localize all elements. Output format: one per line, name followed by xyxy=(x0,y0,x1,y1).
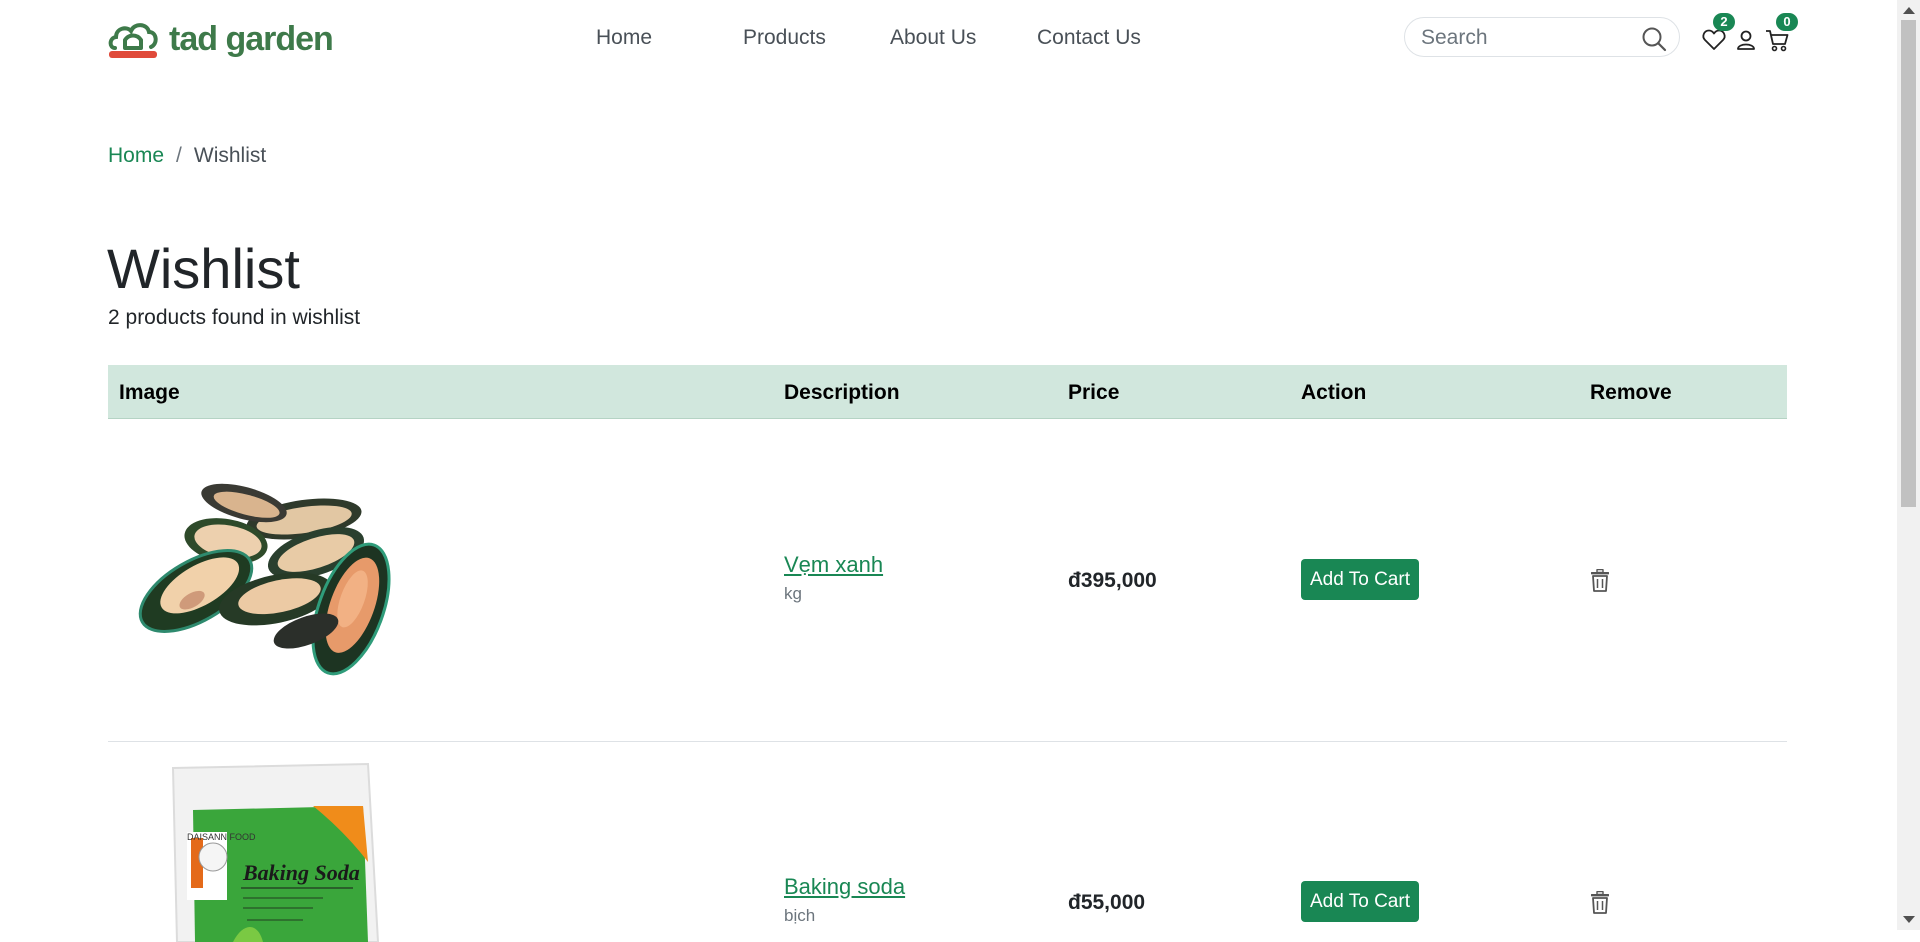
trash-icon[interactable] xyxy=(1589,569,1611,593)
package-title-text: Baking Soda xyxy=(242,860,360,885)
scroll-up-arrow[interactable] xyxy=(1903,7,1915,14)
scroll-down-arrow[interactable] xyxy=(1903,916,1915,923)
search-icon[interactable] xyxy=(1641,26,1667,52)
add-to-cart-button[interactable]: Add To Cart xyxy=(1301,881,1419,922)
package-brand-text: DAISANN FOOD xyxy=(187,832,256,842)
column-header-description: Description xyxy=(784,381,900,404)
scrollbar-thumb[interactable] xyxy=(1901,20,1916,507)
breadcrumb-home-link[interactable]: Home xyxy=(108,144,164,167)
nav-home[interactable]: Home xyxy=(596,26,652,50)
nav-contact-us[interactable]: Contact Us xyxy=(1037,26,1141,50)
product-description: Vẹm xanh kg xyxy=(784,552,883,604)
table-row: DAISANN FOOD Baking Soda Baking soda bịc… xyxy=(108,742,1787,942)
user-icon[interactable] xyxy=(1733,27,1759,53)
column-header-image: Image xyxy=(119,381,180,404)
search-input[interactable] xyxy=(1421,26,1631,50)
add-to-cart-button[interactable]: Add To Cart xyxy=(1301,559,1419,600)
cart-count-badge: 0 xyxy=(1776,13,1798,31)
product-image-baking-soda[interactable]: DAISANN FOOD Baking Soda xyxy=(163,762,413,942)
product-price: đ395,000 xyxy=(1068,569,1157,592)
page-title: Wishlist xyxy=(107,237,300,300)
table-header: Image Description Price Action Remove xyxy=(108,365,1787,419)
page-scrollbar[interactable] xyxy=(1897,0,1920,930)
product-name-link[interactable]: Vẹm xanh xyxy=(784,552,883,578)
product-unit: bịch xyxy=(784,906,816,925)
breadcrumb-current: Wishlist xyxy=(193,144,267,167)
column-header-remove: Remove xyxy=(1590,381,1672,404)
search-box xyxy=(1404,17,1680,57)
product-price: đ55,000 xyxy=(1068,891,1146,914)
product-image-mussels[interactable] xyxy=(126,481,420,681)
logo-icon xyxy=(108,23,158,58)
breadcrumb-separator: / xyxy=(176,144,182,167)
column-header-price: Price xyxy=(1068,381,1120,404)
site-header: tad garden Home Products About Us Contac… xyxy=(0,0,1897,78)
nav-products[interactable]: Products xyxy=(743,26,826,50)
nav-about-us[interactable]: About Us xyxy=(890,26,976,50)
wishlist-count-badge: 2 xyxy=(1713,13,1735,31)
product-description: Baking soda bịch xyxy=(784,874,905,926)
product-unit: kg xyxy=(784,584,802,603)
breadcrumb: Home / Wishlist xyxy=(108,144,266,168)
trash-icon[interactable] xyxy=(1589,891,1611,915)
wishlist-count-text: 2 products found in wishlist xyxy=(108,306,361,329)
brand-name: tad garden xyxy=(169,19,334,58)
brand-logo[interactable]: tad garden xyxy=(107,18,334,60)
product-name-link[interactable]: Baking soda xyxy=(784,874,905,900)
column-header-action: Action xyxy=(1301,381,1367,404)
table-row: Vẹm xanh kg đ395,000 Add To Cart xyxy=(108,419,1787,742)
